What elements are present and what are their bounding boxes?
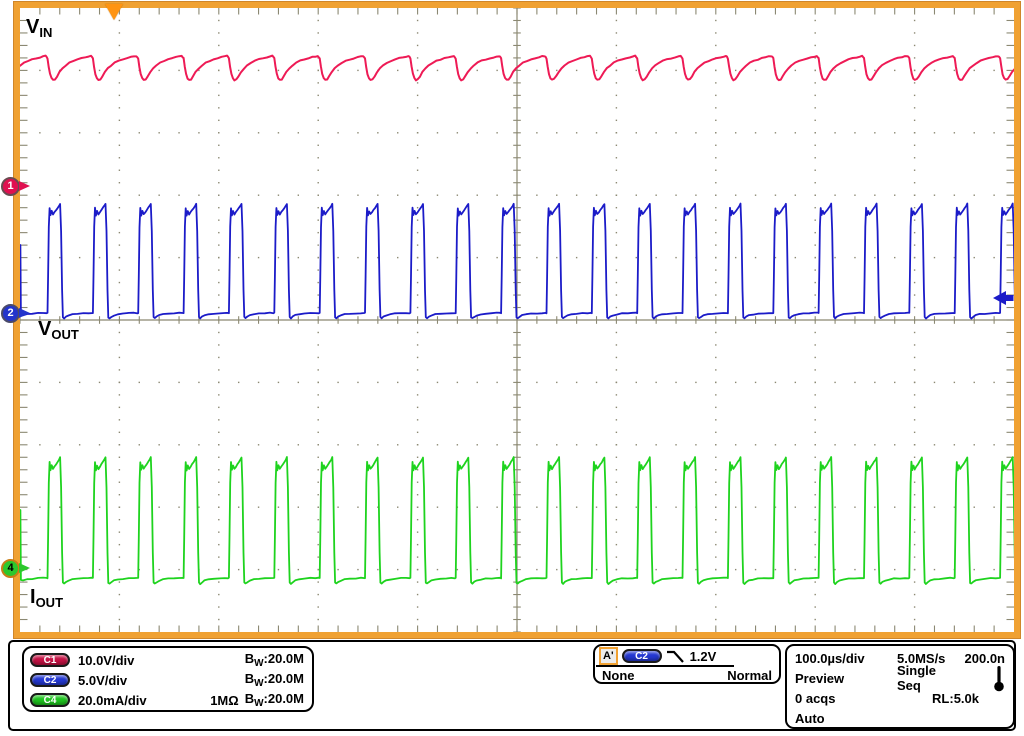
oscilloscope-screen: C1 10.0V/div BW:20.0M C2 5.0V/div BW:20.… [0, 0, 1024, 736]
falling-edge-icon [666, 649, 686, 664]
trigger-level-value: 1.2V [690, 649, 717, 664]
channel-badge-c1[interactable]: C1 [30, 653, 70, 667]
channel-badge-c2[interactable]: C2 [30, 673, 70, 687]
wave-label-vin: VIN [26, 16, 52, 40]
channel-marker-1[interactable]: 1 [1, 177, 20, 196]
trigger-source-badge[interactable]: C2 [622, 649, 662, 663]
bandwidth-c4: BW:20.0M [245, 691, 304, 709]
wave-label-vout: VOUT [38, 318, 79, 342]
channel-marker-arrow [19, 563, 30, 573]
sample-resolution: 200.0n [951, 651, 1005, 666]
channel-scale-c2: 5.0V/div [78, 673, 127, 688]
trigger-level-arrow[interactable] [993, 291, 1014, 305]
wave-label-iout: IOUT [30, 586, 63, 610]
channel-badge-c4[interactable]: C4 [30, 693, 70, 707]
horizontal-readout-box[interactable]: 100.0µs/div 5.0MS/s 200.0n Preview Singl… [785, 644, 1015, 729]
channel-scale-c1: 10.0V/div [78, 653, 134, 668]
acquisition-count: 0 acqs [795, 691, 897, 706]
channel-marker-4[interactable]: 4 [1, 559, 20, 578]
channel-marker-2[interactable]: 2 [1, 304, 20, 323]
channel-row-c2: C2 5.0V/div BW:20.0M [30, 670, 304, 690]
trigger-holdoff-mode[interactable]: None [602, 668, 635, 683]
bandwidth-c2: BW:20.0M [245, 671, 304, 689]
trigger-mode[interactable]: Normal [727, 668, 772, 683]
channel-scale-c4: 20.0mA/div [78, 693, 147, 708]
channel-row-c4: C4 20.0mA/div 1MΩ BW:20.0M [30, 690, 304, 710]
thermometer-icon [951, 665, 1005, 692]
channel-row-c1: C1 10.0V/div BW:20.0M [30, 650, 304, 670]
record-length: RL:5.0k [925, 691, 1005, 706]
status-bar: C1 10.0V/div BW:20.0M C2 5.0V/div BW:20.… [8, 640, 1016, 731]
channel-marker-arrow [19, 181, 30, 191]
trigger-state: Auto [795, 711, 897, 726]
divider [596, 665, 734, 667]
acquisition-mode: Single Seq [897, 663, 951, 693]
bandwidth-c1: BW:20.0M [245, 651, 304, 669]
trigger-position-marker[interactable] [105, 4, 123, 20]
impedance-c4: 1MΩ [210, 693, 238, 708]
trigger-event-badge[interactable]: A' [599, 647, 618, 665]
waveform-display [20, 8, 1014, 632]
channel-marker-arrow [19, 308, 30, 318]
trigger-readout-box[interactable]: A' C2 1.2V None Normal [593, 644, 781, 684]
timebase-scale: 100.0µs/div [795, 651, 897, 666]
channel-readout-box[interactable]: C1 10.0V/div BW:20.0M C2 5.0V/div BW:20.… [22, 646, 314, 712]
acquisition-status: Preview [795, 671, 897, 686]
